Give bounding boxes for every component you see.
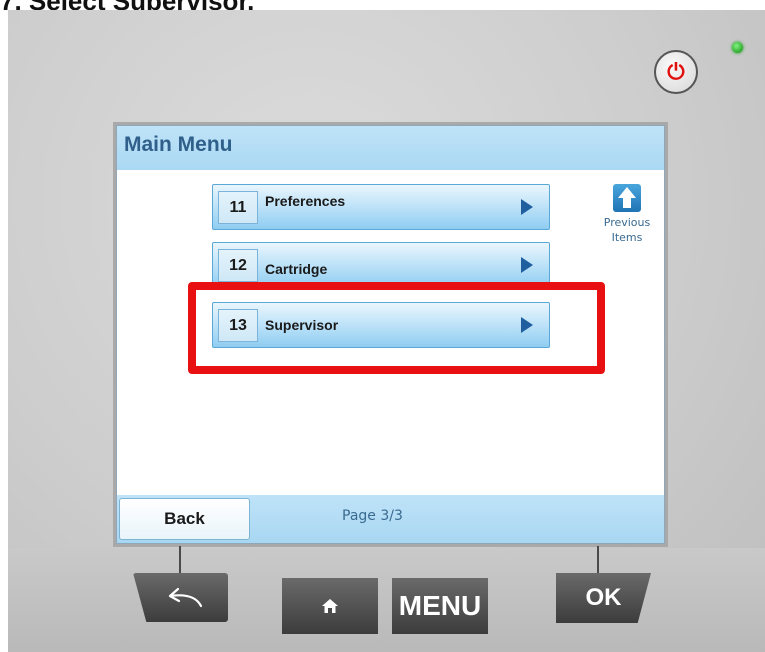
hardware-ok-button[interactable]: OK xyxy=(556,573,651,623)
status-led xyxy=(732,42,743,53)
screen-footer: Back Page 3/3 xyxy=(117,495,664,543)
item-label: Cartridge xyxy=(265,261,328,277)
item-number: 11 xyxy=(218,191,258,224)
item-number: 12 xyxy=(218,249,258,282)
hardware-menu-button[interactable]: MENU xyxy=(392,578,488,634)
power-icon: ⏻ xyxy=(667,59,685,84)
up-arrow-icon xyxy=(613,184,641,212)
screen-header: Main Menu xyxy=(117,126,664,170)
highlight-annotation-box xyxy=(188,282,605,374)
menu-item-preferences[interactable]: 11 Preferences xyxy=(212,184,550,230)
power-button[interactable]: ⏻ xyxy=(654,50,698,94)
home-icon xyxy=(322,599,338,613)
hardware-home-button[interactable] xyxy=(282,578,378,634)
screen-title: Main Menu xyxy=(124,133,233,156)
device-bottom-bezel xyxy=(8,548,765,652)
chevron-right-icon xyxy=(521,199,533,215)
item-label: Preferences xyxy=(265,193,346,209)
hardware-back-button[interactable] xyxy=(133,573,228,622)
previous-items-label-line2: Items xyxy=(611,231,643,244)
page-indicator: Page 3/3 xyxy=(342,508,403,524)
connector-line xyxy=(597,546,599,574)
previous-items-button[interactable]: Previous Items xyxy=(597,184,657,245)
previous-items-label-line1: Previous xyxy=(603,216,651,229)
back-button[interactable]: Back xyxy=(119,498,250,540)
return-arrow-icon xyxy=(168,587,202,607)
chevron-right-icon xyxy=(521,257,533,273)
connector-line xyxy=(179,546,181,574)
